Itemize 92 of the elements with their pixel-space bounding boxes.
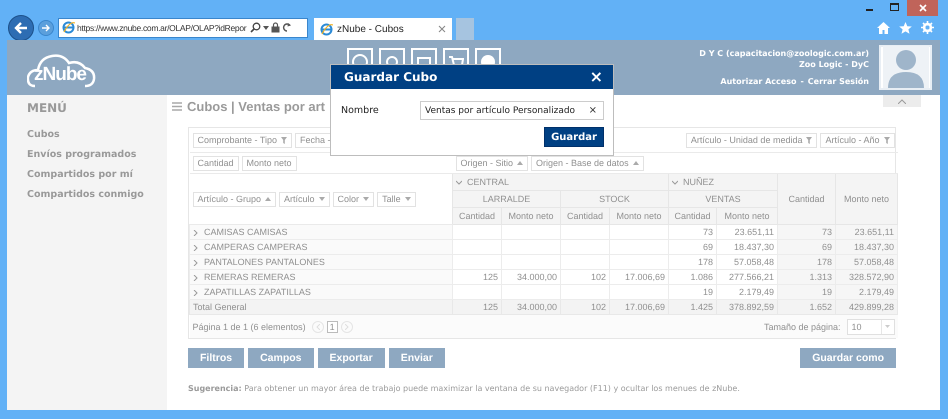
hint-text: Sugerencia: Para obtener un mayor área de trabajo puede maximizar la ventana de su navegador (F11) y ocultar los menues de zNube. <box>188 384 741 393</box>
table-cell: 102 <box>560 270 610 284</box>
table-cell: 17.006,69 <box>610 300 668 314</box>
table-cell: 328.572,90 <box>836 270 898 284</box>
table-cell: 277.566,21 <box>716 270 778 284</box>
column-header: Cantidad <box>452 208 502 224</box>
dialog-title: Guardar Cubo <box>344 70 438 84</box>
address-bar[interactable]: https://www.znube.com.ar/OLAP/OLAP?idRepor <box>58 18 308 38</box>
action-button[interactable]: Campos <box>248 348 314 368</box>
pager-summary: Página 1 de 1 (6 elementos) <box>192 322 306 332</box>
name-input-field[interactable]: Ventas por artículo Personalizado × <box>420 101 604 120</box>
user-name: D Y C (capacitacion@zoologic.com.ar) <box>699 49 869 58</box>
menu-item[interactable]: Envíos programados <box>27 149 136 160</box>
table-cell: 69 <box>668 240 716 254</box>
field-chip[interactable]: Talle <box>377 192 416 206</box>
table-cell: 1.652 <box>778 300 836 314</box>
action-button[interactable]: Exportar <box>318 348 385 368</box>
column-header: LARRALDE <box>452 190 560 208</box>
table-cell: 18.437,30 <box>836 240 898 254</box>
table-cell: 2.179,49 <box>836 284 898 300</box>
table-cell: 429.899,28 <box>836 300 898 314</box>
header-link[interactable]: Cerrar Sesión <box>808 77 869 86</box>
table-cell: 1.313 <box>778 270 836 284</box>
menu-item[interactable]: Compartidos por mí <box>27 169 133 180</box>
separator: - <box>800 77 804 86</box>
column-header: Cantidad <box>778 174 836 224</box>
table-cell: 17.006,69 <box>610 270 668 284</box>
company-name: Zoo Logic - DyC <box>799 60 869 69</box>
save-as-button[interactable]: Guardar como <box>800 348 896 368</box>
field-chip[interactable]: Origen - Sitio <box>456 156 528 170</box>
column-header: Monto neto <box>502 208 560 224</box>
column-header: Monto neto <box>716 208 778 224</box>
column-header: STOCK <box>560 190 668 208</box>
row-header[interactable]: REMERAS REMERAS <box>190 270 452 284</box>
logo-text: zNube <box>34 64 86 86</box>
table-cell: 23.651,11 <box>836 224 898 240</box>
page-button[interactable]: 1 <box>326 320 338 332</box>
clear-button[interactable]: × <box>588 105 597 116</box>
field-chip[interactable]: Artículo - Unidad de medida <box>686 132 818 148</box>
table-cell: 178 <box>668 254 716 270</box>
header-link[interactable]: Autorizar Acceso <box>720 77 796 86</box>
table-cell: 57.058,48 <box>716 254 778 270</box>
action-button[interactable]: Filtros <box>188 348 244 368</box>
row-header[interactable]: CAMISAS CAMISAS <box>190 224 452 240</box>
table-cell: 378.892,59 <box>716 300 778 314</box>
field-chip[interactable]: Comprobante - Tipo <box>192 132 292 148</box>
row-header[interactable]: ZAPATILLAS ZAPATILLAS <box>190 284 452 300</box>
page-size-label: Tamaño de página: <box>764 322 840 332</box>
save-button[interactable]: Guardar <box>544 127 604 147</box>
row-header[interactable]: PANTALONES PANTALONES <box>190 254 452 270</box>
table-cell: 1.425 <box>668 300 716 314</box>
table-cell: 57.058,48 <box>836 254 898 270</box>
table-cell: 125 <box>452 300 502 314</box>
field-chip[interactable]: Color <box>332 192 374 206</box>
table-cell: 1.086 <box>668 270 716 284</box>
page-size-select[interactable]: 10 <box>846 318 894 334</box>
field-chip[interactable]: Artículo - Año <box>820 132 894 148</box>
table-cell: 23.651,11 <box>716 224 778 240</box>
field-chip[interactable]: Artículo <box>279 192 330 206</box>
column-header: Cantidad <box>668 208 716 224</box>
field-chip[interactable]: Cantidad <box>192 156 239 170</box>
column-header: Monto neto <box>610 208 668 224</box>
field-chip[interactable]: Artículo - Grupo <box>192 192 276 206</box>
table-cell: 73 <box>668 224 716 240</box>
page-title: Cubos | Ventas por art <box>187 98 325 114</box>
tab-title: zNube - Cubos <box>337 24 405 34</box>
browser-tab[interactable]: zNube - Cubos <box>314 18 452 40</box>
field-chip[interactable]: Origen - Base de datos <box>531 156 644 170</box>
table-cell: 73 <box>778 224 836 240</box>
field-label: Nombre <box>341 105 380 116</box>
table-cell: 69 <box>778 240 836 254</box>
table-cell: 102 <box>560 300 610 314</box>
table-cell: 178 <box>778 254 836 270</box>
menu-title: MENÚ <box>27 101 67 115</box>
table-cell: 34.000,00 <box>502 300 560 314</box>
action-button[interactable]: Enviar <box>388 348 445 368</box>
table-cell: 34.000,00 <box>502 270 560 284</box>
close-button[interactable]: × <box>590 69 603 85</box>
column-header[interactable]: CENTRAL <box>452 174 668 190</box>
menu-item[interactable]: Compartidos conmigo <box>27 189 144 200</box>
column-header[interactable]: NUÑEZ <box>668 174 778 190</box>
menu-item[interactable]: Cubos <box>27 129 60 140</box>
url-text: https://www.znube.com.ar/OLAP/OLAP?idRepor <box>77 22 246 32</box>
table-cell: 19 <box>778 284 836 300</box>
field-chip[interactable]: Monto neto <box>242 156 297 170</box>
table-cell: 125 <box>452 270 502 284</box>
column-header: Cantidad <box>560 208 610 224</box>
column-header: Monto neto <box>836 174 898 224</box>
row-header[interactable]: CAMPERAS CAMPERAS <box>190 240 452 254</box>
row-header: Total General <box>190 300 452 314</box>
column-header: VENTAS <box>668 190 778 208</box>
table-cell: 18.437,30 <box>716 240 778 254</box>
